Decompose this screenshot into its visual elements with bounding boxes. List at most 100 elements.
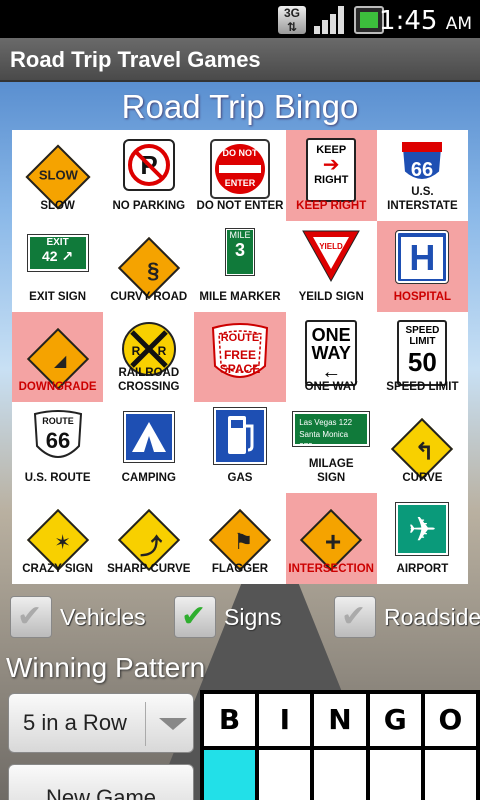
winning-pattern-title: Winning Pattern — [6, 652, 206, 683]
bingo-cell[interactable]: ⚑ FLAGGER — [194, 493, 285, 584]
milage-sign-icon: Las Vegas 122 Santa Monica 373 — [292, 411, 371, 451]
roadside-checkbox[interactable]: ✔ Roadside — [334, 595, 480, 639]
cell-label: DO NOT ENTER — [196, 199, 284, 212]
enter-text: ENTER — [224, 178, 256, 188]
bingo-cell[interactable]: H HOSPITAL — [376, 220, 468, 312]
cell-label: ONE WAY — [304, 381, 358, 394]
bingo-cell[interactable]: ROUTE 66 U.S. ROUTE — [12, 402, 103, 493]
cell-label: HOSPITAL — [393, 290, 452, 303]
pattern-cell — [204, 750, 256, 800]
spinner-value: 5 in a Row — [23, 710, 127, 735]
bingo-cell[interactable]: ONE WAY ← ONE WAY — [286, 312, 377, 403]
pattern-spinner[interactable]: 5 in a Row — [8, 693, 194, 753]
new-game-button[interactable]: New Game — [8, 764, 194, 800]
letter-o: O — [424, 694, 476, 746]
cell-label: RAILROAD CROSSING — [118, 367, 180, 394]
bingo-cell[interactable]: DO NOT ENTER DO NOT ENTER — [194, 130, 285, 221]
keep-right-icon: KEEP ➔ RIGHT — [306, 138, 357, 202]
check-icon: ✔ — [17, 600, 43, 633]
cell-label: FLAGGER — [211, 563, 269, 575]
cell-label: EXIT SIGN — [29, 290, 87, 303]
bingo-cell[interactable]: EXIT 42 ↗ EXIT SIGN — [12, 221, 103, 312]
pattern-cell — [424, 750, 476, 800]
exit-text: EXIT — [46, 236, 69, 248]
bingo-cell[interactable]: ⤴ SHARP CURVE — [103, 493, 194, 584]
speed-number: 50 — [407, 346, 437, 377]
signs-checkbox[interactable]: ✔ Signs — [174, 595, 282, 639]
cell-label: AIRPORT — [396, 563, 449, 575]
bingo-cell[interactable]: GAS — [194, 402, 285, 493]
flagger-icon: ⚑ — [205, 501, 275, 572]
filter-row: ✔ Vehicles ✔ Signs ✔ Roadside — [0, 595, 480, 641]
pattern-cell — [314, 750, 366, 800]
bingo-cell[interactable]: + INTERSECTION — [285, 493, 377, 584]
bingo-cell[interactable]: ↰ CURVE — [377, 402, 468, 493]
cell-label: MILAGE SIGN — [308, 458, 354, 485]
bingo-title: Road Trip Bingo — [121, 88, 359, 125]
free-space-cell[interactable]: ROUTE FREE SPACE — [194, 311, 286, 403]
cell-label: INTERSECTION — [288, 563, 374, 575]
bingo-cell[interactable]: SPEED LIMIT 50 SPEED LIMIT — [377, 312, 468, 403]
speed-text: SPEED — [405, 324, 440, 336]
yield-sign-icon: YIELD — [301, 229, 361, 288]
cell-label: SLOW — [40, 199, 75, 212]
letter-g: G — [369, 694, 421, 746]
bingo-board: SLOW SLOW P NO PARKING DO NOT ENTER DO N… — [12, 130, 468, 584]
bingo-cell[interactable]: SLOW SLOW — [12, 130, 103, 221]
bingo-cell[interactable]: ✶ CRAZY SIGN — [12, 493, 103, 584]
bingo-cell[interactable]: CAMPING — [103, 402, 194, 493]
svg-text:YIELD: YIELD — [319, 242, 343, 251]
bingo-cell[interactable]: R R RAILROAD CROSSING — [103, 312, 194, 403]
svg-text:R: R — [157, 344, 166, 358]
bingo-cell[interactable]: § CURVY ROAD — [103, 221, 194, 312]
signal-strength-icon — [314, 6, 346, 34]
chevron-down-icon — [159, 718, 187, 730]
cell-label: U.S. INTERSTATE — [387, 185, 458, 212]
bingo-cell[interactable]: 66 U.S. INTERSTATE — [377, 130, 468, 221]
cell-label: CURVE — [402, 472, 443, 485]
free-space-line2: SPACE — [219, 361, 261, 376]
svg-text:R: R — [131, 344, 140, 358]
milage-line2: Santa Monica 373 — [299, 430, 349, 452]
curvy-road-icon: § — [114, 229, 184, 299]
check-icon: ✔ — [341, 600, 367, 633]
svg-text:ROUTE: ROUTE — [42, 416, 74, 426]
bingo-cell[interactable]: ◢ DOWNGRADE — [12, 311, 104, 403]
checkbox-box[interactable]: ✔ — [174, 596, 216, 638]
cell-label: GAS — [227, 472, 253, 485]
bingo-cell[interactable]: KEEP ➔ RIGHT KEEP RIGHT — [285, 130, 377, 221]
cell-label: MILE MARKER — [199, 290, 281, 303]
no-parking-icon: P — [122, 138, 176, 197]
cell-label: DOWNGRADE — [18, 381, 97, 394]
cell-label: CRAZY SIGN — [22, 563, 93, 575]
bingo-cell[interactable]: P NO PARKING — [103, 130, 194, 221]
checkbox-box[interactable]: ✔ — [10, 596, 52, 638]
letter-n: N — [314, 694, 366, 746]
spinner-divider — [145, 702, 146, 746]
sharp-curve-icon: ⤴ — [114, 501, 184, 572]
new-game-label: New Game — [45, 785, 157, 800]
checkbox-box[interactable]: ✔ — [334, 596, 376, 638]
right-text: RIGHT — [314, 174, 349, 186]
bingo-cell[interactable]: YIELD YEILD SIGN — [286, 221, 377, 312]
pattern-row — [204, 750, 476, 800]
vehicles-checkbox[interactable]: ✔ Vehicles — [10, 595, 146, 639]
letter-b: B — [204, 694, 256, 746]
cell-label: YEILD SIGN — [298, 290, 364, 303]
exit-number: 42 — [41, 247, 58, 264]
slow-sign-icon: SLOW — [23, 138, 93, 210]
pattern-cell — [369, 750, 421, 800]
checkbox-label: Signs — [224, 603, 282, 630]
app-title-bar: Road Trip Travel Games — [0, 38, 480, 82]
cell-label: U.S. ROUTE — [24, 472, 91, 485]
bingo-cell[interactable]: Las Vegas 122 Santa Monica 373 MILAGE SI… — [286, 402, 377, 493]
cell-label: CAMPING — [121, 472, 176, 485]
mile-marker-icon: MILE 3 — [224, 227, 255, 276]
free-space-icon: ROUTE FREE SPACE — [203, 322, 277, 386]
bingo-cell[interactable]: MILE 3 MILE MARKER — [194, 221, 285, 312]
cell-label: KEEP RIGHT — [296, 199, 367, 212]
crazy-sign-icon: ✶ — [23, 501, 93, 572]
airport-icon: ✈ — [395, 502, 450, 557]
one-text: ONE — [311, 324, 351, 345]
bingo-cell[interactable]: ✈ AIRPORT — [377, 493, 468, 584]
